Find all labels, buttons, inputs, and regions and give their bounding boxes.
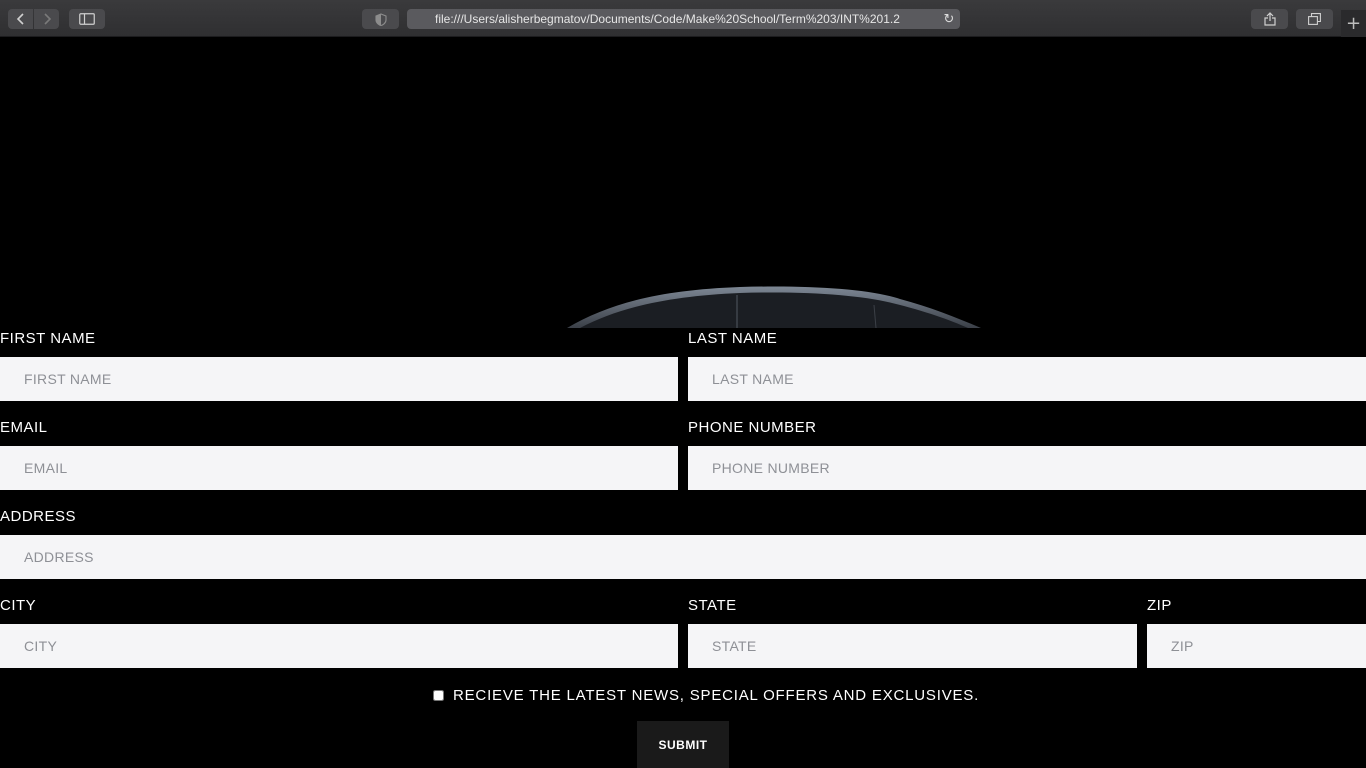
new-tab-button[interactable]: + [1341, 10, 1366, 37]
first-name-input[interactable] [0, 357, 678, 401]
share-button[interactable] [1251, 9, 1288, 29]
newsletter-checkbox[interactable] [433, 689, 444, 701]
tabs-icon [1308, 13, 1321, 25]
sidebar-button[interactable] [69, 9, 105, 29]
car-silhouette [567, 286, 981, 328]
phone-input[interactable] [688, 446, 1366, 490]
phone-label: PHONE NUMBER [688, 419, 817, 436]
newsletter-consent-text: RECIEVE THE LATEST NEWS, SPECIAL OFFERS … [453, 686, 980, 704]
address-label: ADDRESS [0, 508, 77, 525]
submit-button[interactable]: SUBMIT [637, 721, 729, 768]
nav-buttons [8, 9, 59, 29]
forward-button[interactable] [34, 9, 59, 29]
last-name-input[interactable] [688, 357, 1366, 401]
sidebar-icon [79, 13, 95, 25]
hero-image [0, 37, 1366, 328]
address-input[interactable] [0, 535, 1366, 579]
privacy-button[interactable] [362, 9, 399, 29]
newsletter-consent[interactable]: RECIEVE THE LATEST NEWS, SPECIAL OFFERS … [433, 686, 979, 704]
address-bar[interactable]: file:///Users/alisherbegmatov/Documents/… [407, 9, 960, 29]
state-input[interactable] [688, 624, 1137, 668]
browser-toolbar: file:///Users/alisherbegmatov/Documents/… [0, 0, 1366, 37]
state-label: STATE [688, 597, 737, 614]
last-name-label: LAST NAME [688, 330, 778, 347]
email-input[interactable] [0, 446, 678, 490]
shield-icon [374, 12, 387, 26]
back-button[interactable] [8, 9, 33, 29]
reload-icon[interactable]: ↻ [938, 12, 960, 27]
first-name-label: FIRST NAME [0, 330, 96, 347]
url-text: file:///Users/alisherbegmatov/Documents/… [435, 12, 900, 26]
share-icon [1263, 12, 1276, 26]
forward-icon [43, 13, 51, 25]
zip-label: ZIP [1147, 597, 1172, 614]
zip-input[interactable] [1147, 624, 1366, 668]
tabs-button[interactable] [1296, 9, 1333, 29]
plus-icon: + [1345, 13, 1362, 34]
email-label: EMAIL [0, 419, 48, 436]
city-input[interactable] [0, 624, 678, 668]
back-icon [16, 13, 24, 25]
city-label: CITY [0, 597, 37, 614]
